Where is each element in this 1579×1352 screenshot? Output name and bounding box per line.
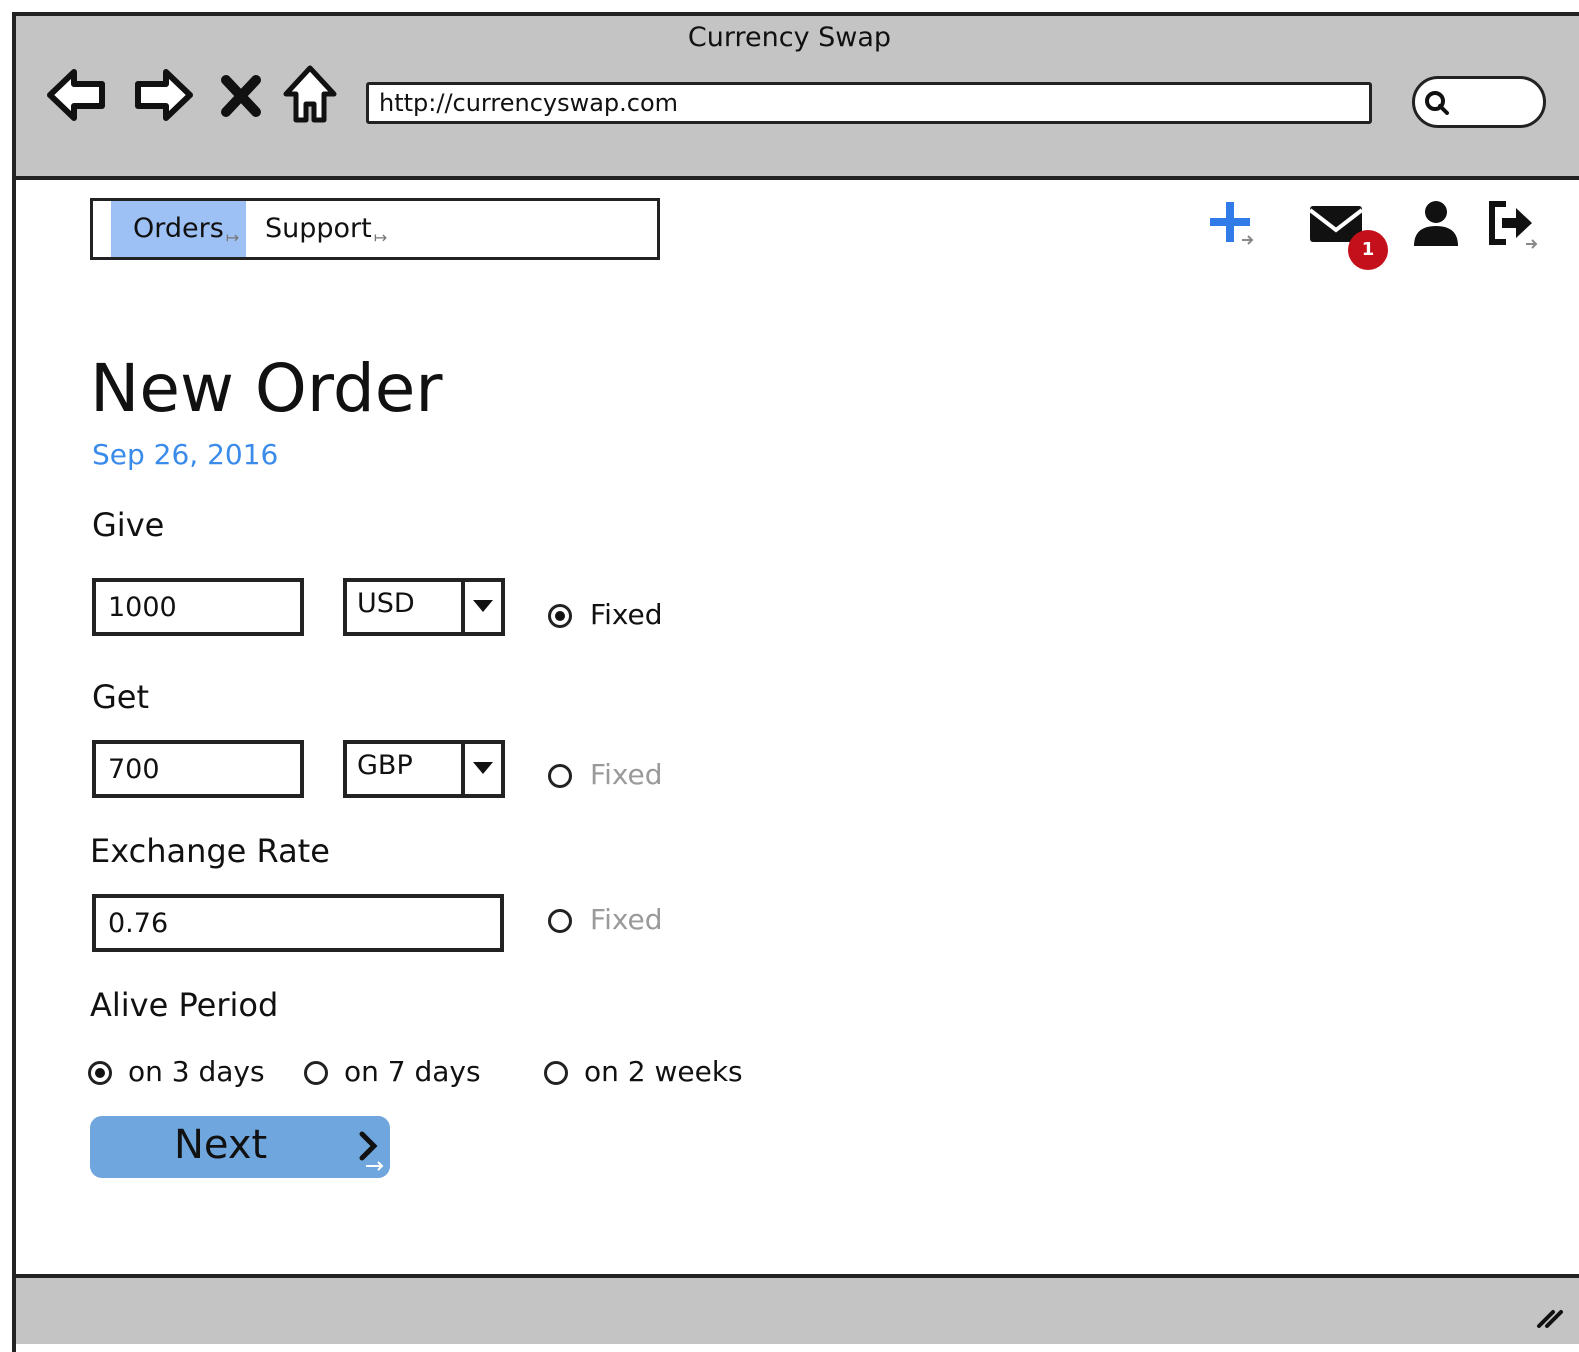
alive-period-label: Alive Period — [90, 986, 279, 1024]
exchange-rate-label: Exchange Rate — [90, 832, 330, 870]
chevron-down-icon — [461, 744, 501, 794]
radio-unselected-icon — [544, 1061, 568, 1085]
radio-unselected-icon — [304, 1061, 328, 1085]
next-button-label: Next — [174, 1122, 268, 1168]
link-arrow-icon: ↦ — [225, 228, 240, 247]
window-title: Currency Swap — [687, 22, 892, 53]
tab-support-label: Support — [265, 213, 372, 244]
tab-orders[interactable]: Orders ↦ — [111, 201, 246, 257]
exchange-rate-input[interactable] — [92, 894, 504, 952]
give-amount-input[interactable] — [92, 578, 304, 636]
logout-icon[interactable] — [1484, 196, 1540, 252]
url-bar[interactable]: http://currencyswap.com — [366, 82, 1372, 124]
radio-unselected-icon — [548, 764, 572, 788]
radio-unselected-icon — [548, 909, 572, 933]
get-currency-value: GBP — [357, 750, 413, 781]
notification-badge: 1 — [1348, 230, 1388, 270]
user-icon[interactable] — [1408, 196, 1464, 252]
stop-icon[interactable] — [214, 62, 268, 128]
add-icon[interactable] — [1202, 196, 1258, 252]
order-date: Sep 26, 2016 — [92, 438, 279, 471]
give-label: Give — [92, 506, 165, 544]
page-title: New Order — [90, 350, 443, 427]
status-bar — [16, 1274, 1579, 1344]
give-fixed-label: Fixed — [590, 598, 663, 631]
link-arrow-icon: ↦ — [373, 228, 388, 247]
chevron-right-icon — [359, 1131, 384, 1171]
tab-support[interactable]: Support ↦ — [265, 201, 425, 257]
get-label: Get — [92, 678, 150, 716]
browser-search-field[interactable] — [1412, 76, 1546, 128]
radio-selected-icon — [548, 604, 572, 628]
tab-orders-label: Orders — [133, 213, 224, 244]
give-currency-value: USD — [357, 588, 415, 619]
home-icon[interactable] — [280, 62, 340, 128]
tab-bar: Orders ↦ Support ↦ — [90, 198, 660, 260]
back-icon[interactable] — [44, 62, 110, 128]
radio-selected-icon — [88, 1061, 112, 1085]
alive-option-label: on 7 days — [344, 1055, 481, 1088]
get-amount-input[interactable] — [92, 740, 304, 798]
forward-icon[interactable] — [130, 62, 196, 128]
alive-option-label: on 2 weeks — [584, 1055, 743, 1088]
alive-option-label: on 3 days — [128, 1055, 265, 1088]
next-button[interactable]: Next — [90, 1116, 390, 1178]
get-fixed-label: Fixed — [590, 758, 663, 791]
give-currency-select[interactable]: USD — [343, 578, 505, 636]
resize-grip-icon[interactable] — [1535, 1300, 1565, 1330]
get-currency-select[interactable]: GBP — [343, 740, 505, 798]
chevron-down-icon — [461, 582, 501, 632]
search-icon — [1425, 91, 1449, 115]
rate-fixed-label: Fixed — [590, 903, 663, 936]
